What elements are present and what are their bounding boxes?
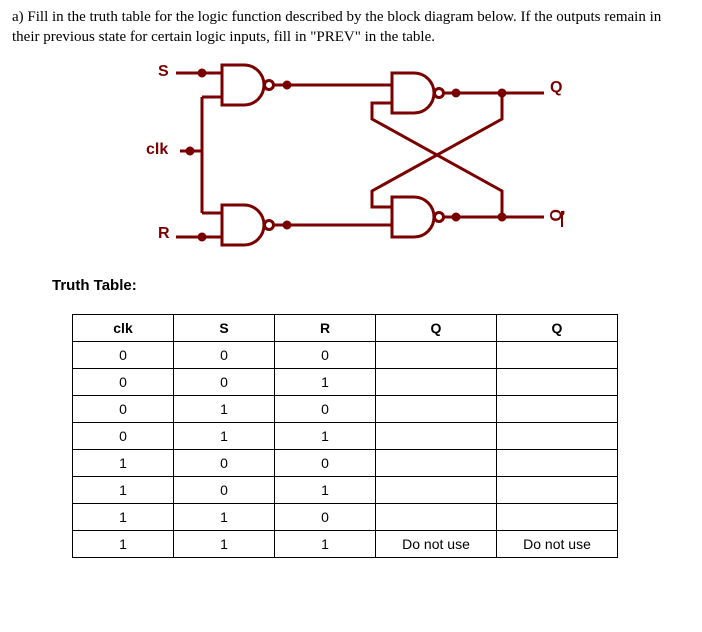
table-row: 111Do not useDo not use	[73, 531, 618, 558]
truth-table-title: Truth Table:	[52, 277, 690, 294]
cell-s: 0	[174, 342, 275, 369]
cell-qbar	[497, 342, 618, 369]
cell-r: 1	[275, 531, 376, 558]
col-header-clk: clk	[73, 315, 174, 342]
col-header-qbar: Q	[497, 315, 618, 342]
col-header-s: S	[174, 315, 275, 342]
cell-q	[376, 342, 497, 369]
cell-q	[376, 423, 497, 450]
cell-q	[376, 477, 497, 504]
truth-table: clk S R Q Q 000001010011100101110111Do n…	[72, 314, 618, 558]
cell-clk: 1	[73, 531, 174, 558]
cell-qbar	[497, 369, 618, 396]
cell-clk: 0	[73, 369, 174, 396]
cell-s: 1	[174, 396, 275, 423]
table-row: 100	[73, 450, 618, 477]
table-row: 011	[73, 423, 618, 450]
cell-r: 1	[275, 423, 376, 450]
cell-s: 0	[174, 477, 275, 504]
cell-s: 0	[174, 450, 275, 477]
cell-r: 0	[275, 342, 376, 369]
cell-clk: 0	[73, 396, 174, 423]
cell-s: 1	[174, 504, 275, 531]
cell-clk: 1	[73, 504, 174, 531]
cell-qbar	[497, 477, 618, 504]
cell-qbar	[497, 450, 618, 477]
circuit-diagram: S clk R Q Q	[142, 59, 582, 259]
cell-r: 0	[275, 450, 376, 477]
table-row: 010	[73, 396, 618, 423]
table-row: 001	[73, 369, 618, 396]
table-row: 101	[73, 477, 618, 504]
cell-q: Do not use	[376, 531, 497, 558]
cell-qbar	[497, 396, 618, 423]
cell-r: 0	[275, 504, 376, 531]
circuit-svg	[142, 59, 582, 259]
cell-q	[376, 369, 497, 396]
cell-clk: 1	[73, 477, 174, 504]
cell-s: 0	[174, 369, 275, 396]
question-prompt: a) Fill in the truth table for the logic…	[12, 8, 690, 47]
cell-q	[376, 504, 497, 531]
col-header-r: R	[275, 315, 376, 342]
cell-qbar	[497, 504, 618, 531]
cell-r: 1	[275, 369, 376, 396]
cell-s: 1	[174, 423, 275, 450]
cell-q	[376, 396, 497, 423]
table-row: 000	[73, 342, 618, 369]
cell-qbar: Do not use	[497, 531, 618, 558]
table-header-row: clk S R Q Q	[73, 315, 618, 342]
cell-r: 0	[275, 396, 376, 423]
cell-clk: 0	[73, 423, 174, 450]
cell-r: 1	[275, 477, 376, 504]
cell-clk: 0	[73, 342, 174, 369]
cell-qbar	[497, 423, 618, 450]
table-row: 110	[73, 504, 618, 531]
cell-s: 1	[174, 531, 275, 558]
col-header-q: Q	[376, 315, 497, 342]
cell-q	[376, 450, 497, 477]
cell-clk: 1	[73, 450, 174, 477]
